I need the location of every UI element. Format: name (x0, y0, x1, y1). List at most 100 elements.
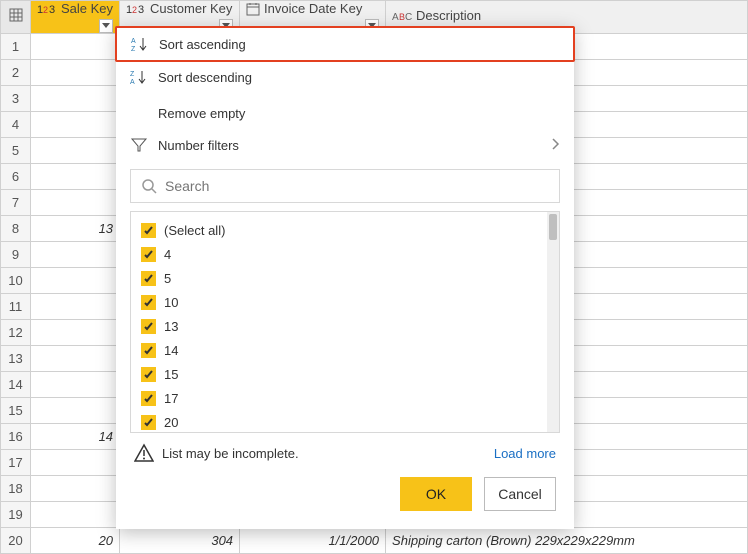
warning-icon (134, 443, 154, 463)
column-header-sale-key[interactable]: 123 Sale Key (31, 1, 120, 34)
sort-descending[interactable]: ZA Sort descending (116, 61, 574, 93)
filter-value-item[interactable]: 13 (141, 314, 537, 338)
row-number[interactable]: 8 (1, 215, 31, 241)
row-number[interactable]: 9 (1, 241, 31, 267)
svg-text:C: C (405, 12, 412, 23)
sort-asc-icon: AZ (131, 36, 149, 52)
filter-value-item[interactable]: 5 (141, 266, 537, 290)
checkbox-checked-icon (141, 319, 156, 334)
chevron-right-icon (552, 138, 560, 153)
scrollbar[interactable] (547, 212, 559, 432)
cell-sale-key[interactable] (31, 241, 120, 267)
filter-value-item[interactable]: 14 (141, 338, 537, 362)
row-number[interactable]: 16 (1, 423, 31, 449)
warning-text: List may be incomplete. (162, 446, 299, 461)
menu-label: Sort descending (158, 70, 252, 85)
checkbox-checked-icon (141, 415, 156, 430)
checkbox-checked-icon (141, 271, 156, 286)
row-number[interactable]: 15 (1, 397, 31, 423)
cell-sale-key[interactable] (31, 59, 120, 85)
chevron-down-icon (102, 23, 110, 29)
cell-description[interactable]: Shipping carton (Brown) 229x229x229mm (386, 527, 748, 553)
cell-sale-key[interactable] (31, 345, 120, 371)
filter-value-label: 17 (164, 391, 178, 406)
cell-sale-key[interactable] (31, 501, 120, 527)
search-box[interactable] (130, 169, 560, 203)
number-filters[interactable]: Number filters (116, 129, 574, 161)
svg-text:A: A (130, 79, 135, 85)
cell-sale-key[interactable] (31, 371, 120, 397)
row-number[interactable]: 10 (1, 267, 31, 293)
svg-text:Z: Z (131, 46, 136, 52)
row-number[interactable]: 1 (1, 33, 31, 59)
cell-sale-key[interactable]: 13 (31, 215, 120, 241)
remove-empty[interactable]: Remove empty (116, 97, 574, 129)
svg-text:A: A (131, 38, 136, 45)
filter-value-item[interactable]: 4 (141, 242, 537, 266)
search-input[interactable] (165, 178, 549, 194)
column-label: Sale Key (61, 1, 113, 16)
row-number[interactable]: 19 (1, 501, 31, 527)
cell-sale-key[interactable] (31, 267, 120, 293)
cell-sale-key[interactable] (31, 475, 120, 501)
row-number[interactable]: 17 (1, 449, 31, 475)
cell-sale-key[interactable] (31, 449, 120, 475)
table-corner[interactable] (1, 1, 31, 34)
filter-value-label: 5 (164, 271, 171, 286)
cancel-button[interactable]: Cancel (484, 477, 556, 511)
ok-button[interactable]: OK (400, 477, 472, 511)
cell-sale-key[interactable] (31, 111, 120, 137)
filter-value-item[interactable]: 10 (141, 290, 537, 314)
checkbox-checked-icon (141, 343, 156, 358)
row-number[interactable]: 4 (1, 111, 31, 137)
sort-ascending[interactable]: AZ Sort ascending (117, 28, 573, 60)
menu-label: Remove empty (158, 106, 245, 121)
row-number[interactable]: 18 (1, 475, 31, 501)
row-number[interactable]: 13 (1, 345, 31, 371)
cell-sale-key[interactable] (31, 33, 120, 59)
cell-customer-key[interactable]: 304 (120, 527, 240, 553)
cell-sale-key[interactable] (31, 163, 120, 189)
filter-value-item[interactable]: 15 (141, 362, 537, 386)
column-label: Customer Key (150, 1, 232, 16)
cell-sale-key[interactable] (31, 397, 120, 423)
row-number[interactable]: 7 (1, 189, 31, 215)
svg-text:2: 2 (43, 5, 48, 15)
row-number[interactable]: 2 (1, 59, 31, 85)
svg-text:A: A (392, 12, 399, 23)
column-label: Invoice Date Key (264, 1, 362, 16)
row-number[interactable]: 12 (1, 319, 31, 345)
cell-sale-key[interactable] (31, 85, 120, 111)
row-number[interactable]: 20 (1, 527, 31, 553)
cell-sale-key[interactable] (31, 137, 120, 163)
sort-desc-icon: ZA (130, 69, 148, 85)
checkbox-checked-icon (141, 223, 156, 238)
checkbox-checked-icon (141, 391, 156, 406)
cell-sale-key[interactable] (31, 293, 120, 319)
filter-value-label: 14 (164, 343, 178, 358)
scrollbar-thumb[interactable] (549, 214, 557, 240)
row-number[interactable]: 14 (1, 371, 31, 397)
row-number[interactable]: 3 (1, 85, 31, 111)
row-number[interactable]: 6 (1, 163, 31, 189)
cell-sale-key[interactable] (31, 189, 120, 215)
checkbox-checked-icon (141, 295, 156, 310)
svg-text:Z: Z (130, 71, 135, 78)
load-more-link[interactable]: Load more (494, 446, 556, 461)
row-number[interactable]: 11 (1, 293, 31, 319)
svg-text:3: 3 (138, 4, 144, 16)
row-number[interactable]: 5 (1, 137, 31, 163)
filter-value-item[interactable]: 20 (141, 410, 537, 432)
filter-value-select-all[interactable]: (Select all) (141, 218, 537, 242)
menu-label: Number filters (158, 138, 239, 153)
number-type-icon: 123 (37, 2, 57, 16)
cell-sale-key[interactable] (31, 319, 120, 345)
filter-values-list: (Select all) 4 5 1013 14 15 17 20 (130, 211, 560, 433)
cell-sale-key[interactable]: 20 (31, 527, 120, 553)
cell-sale-key[interactable]: 14 (31, 423, 120, 449)
filter-dropdown-button[interactable] (99, 19, 113, 33)
cell-invoice-date[interactable]: 1/1/2000 (240, 527, 386, 553)
checkbox-checked-icon (141, 367, 156, 382)
filter-value-item[interactable]: 17 (141, 386, 537, 410)
table-row[interactable]: 20203041/1/2000Shipping carton (Brown) 2… (1, 527, 748, 553)
